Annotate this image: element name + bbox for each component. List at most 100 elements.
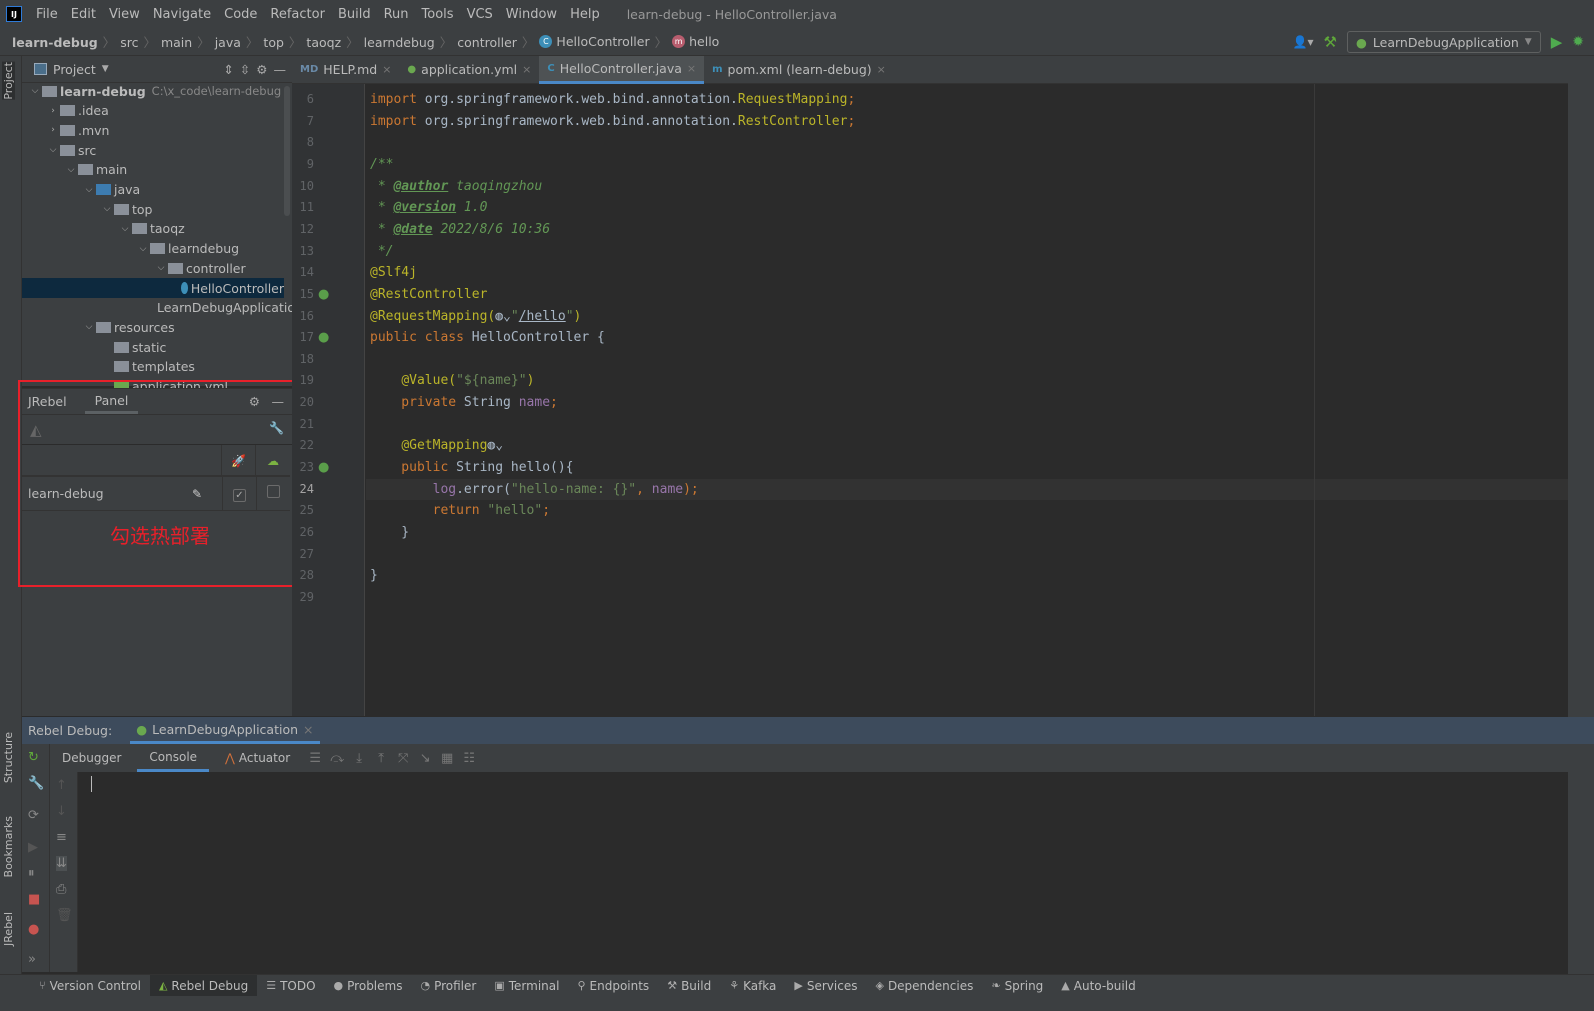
tree-item[interactable]: static bbox=[22, 337, 284, 357]
tool-window-services[interactable]: ▶ Services bbox=[785, 975, 866, 996]
pause-icon[interactable]: ⏸ bbox=[28, 866, 35, 881]
editor-tab[interactable]: MD HELP.md × bbox=[292, 56, 399, 83]
tab-console[interactable]: Console bbox=[137, 744, 210, 772]
editor-tab[interactable]: ● application.yml × bbox=[399, 56, 539, 83]
project-scrollbar[interactable] bbox=[284, 86, 290, 216]
breadcrumb-item[interactable]: controller bbox=[457, 35, 517, 50]
chevron-down-icon[interactable]: ⌵ bbox=[46, 145, 60, 155]
menu-file[interactable]: File bbox=[36, 7, 58, 22]
step-into-icon[interactable]: ⤓ bbox=[350, 751, 368, 766]
evaluate-icon[interactable]: ▦ bbox=[438, 751, 456, 766]
tree-item[interactable]: ⌵ resources bbox=[22, 317, 284, 337]
gear-icon[interactable]: ⚙ bbox=[256, 62, 267, 77]
close-icon[interactable]: × bbox=[522, 63, 531, 76]
menu-build[interactable]: Build bbox=[338, 7, 371, 22]
step-out-icon[interactable]: ⤒ bbox=[372, 751, 390, 766]
menu-refactor[interactable]: Refactor bbox=[270, 7, 325, 22]
menu-view[interactable]: View bbox=[109, 7, 140, 22]
bean-web-gutter-icon[interactable]: ● bbox=[318, 330, 329, 345]
scroll-to-end-icon[interactable]: ⇊ bbox=[56, 856, 67, 871]
breadcrumb-item[interactable]: learndebug bbox=[364, 35, 435, 50]
chevron-down-icon[interactable]: ⌵ bbox=[82, 322, 96, 332]
close-icon[interactable]: × bbox=[303, 722, 313, 737]
chevron-down-icon[interactable]: ⌵ bbox=[136, 244, 150, 254]
wrench-icon[interactable]: 🔧 bbox=[28, 776, 44, 791]
hammer-build-icon[interactable]: ⚒ bbox=[1324, 33, 1337, 51]
chevron-right-icon[interactable]: › bbox=[46, 125, 60, 135]
tab-debugger[interactable]: Debugger bbox=[50, 744, 133, 772]
menu-edit[interactable]: Edit bbox=[71, 7, 96, 22]
tool-window-build[interactable]: ⚒ Build bbox=[658, 975, 720, 996]
tool-tab-project[interactable]: Project bbox=[2, 62, 15, 100]
tree-item[interactable]: ⌵ learndebug bbox=[22, 239, 284, 259]
breadcrumb-item[interactable]: main bbox=[161, 35, 192, 50]
arrow-up-icon[interactable]: ↑ bbox=[56, 778, 67, 793]
tab-actuator[interactable]: ⋀ Actuator bbox=[213, 744, 302, 772]
view-breakpoints-icon[interactable]: ● bbox=[28, 922, 39, 937]
print-icon[interactable]: ⎙ bbox=[56, 882, 66, 897]
breadcrumb-method[interactable]: hello bbox=[689, 34, 719, 49]
tool-window-version-control[interactable]: ⑂ Version Control bbox=[30, 975, 150, 996]
close-icon[interactable]: × bbox=[687, 62, 696, 75]
tool-window-todo[interactable]: ☰ TODO bbox=[257, 975, 324, 996]
arrow-down-icon[interactable]: ↓ bbox=[56, 804, 67, 819]
chevron-down-icon[interactable]: ⌵ bbox=[64, 165, 78, 175]
menu-run[interactable]: Run bbox=[384, 7, 409, 22]
tree-item[interactable]: ⌵ main bbox=[22, 160, 284, 180]
chevron-down-icon[interactable]: ⌵ bbox=[82, 185, 96, 195]
run-icon[interactable]: ▶ bbox=[1551, 33, 1563, 51]
menu-icon[interactable]: ☰ bbox=[306, 751, 324, 766]
trace-icon[interactable]: ☷ bbox=[460, 751, 478, 766]
menu-vcs[interactable]: VCS bbox=[467, 7, 493, 22]
chevron-down-icon[interactable]: ⌵ bbox=[28, 86, 42, 96]
more-icon[interactable]: » bbox=[28, 952, 36, 967]
breadcrumb-class[interactable]: HelloController bbox=[556, 34, 649, 49]
tree-item[interactable]: LearnDebugApplication bbox=[22, 298, 303, 318]
tool-window-profiler[interactable]: ◔ Profiler bbox=[411, 975, 485, 996]
breadcrumb-item[interactable]: taoqz bbox=[306, 35, 341, 50]
debug-bug-icon[interactable]: ✹ bbox=[1572, 34, 1584, 50]
menu-navigate[interactable]: Navigate bbox=[153, 7, 211, 22]
restart-icon[interactable]: ⟳ bbox=[28, 808, 39, 823]
menu-help[interactable]: Help bbox=[570, 7, 600, 22]
tool-tab-jrebel[interactable]: JRebel bbox=[2, 912, 15, 946]
user-icon[interactable]: 👤▾ bbox=[1293, 35, 1314, 49]
tree-item[interactable]: › .mvn bbox=[22, 120, 284, 140]
tool-window-endpoints[interactable]: ⚲ Endpoints bbox=[568, 975, 658, 996]
breadcrumb-item[interactable]: src bbox=[120, 35, 138, 50]
chevron-right-icon[interactable]: › bbox=[46, 106, 60, 116]
chevron-down-icon[interactable]: ⌵ bbox=[154, 263, 168, 273]
close-icon[interactable]: × bbox=[877, 63, 886, 76]
editor-tab[interactable]: C HelloController.java × bbox=[539, 56, 705, 84]
bean-gutter-icon[interactable]: ● bbox=[318, 287, 329, 302]
tool-window-auto-build[interactable]: ▲ Auto-build bbox=[1052, 975, 1144, 996]
menu-code[interactable]: Code bbox=[224, 7, 257, 22]
code-editor[interactable]: import org.springframework.web.bind.anno… bbox=[366, 84, 1568, 716]
breadcrumb-item[interactable]: learn-debug bbox=[12, 35, 98, 50]
tool-window-kafka[interactable]: ⚘ Kafka bbox=[720, 975, 785, 996]
resume-icon[interactable]: ▶ bbox=[28, 840, 38, 855]
tree-item[interactable]: templates bbox=[22, 357, 284, 377]
tool-window-problems[interactable]: ● Problems bbox=[325, 975, 412, 996]
tool-tab-bookmarks[interactable]: Bookmarks bbox=[2, 816, 15, 877]
trash-icon[interactable]: 🗑 bbox=[56, 908, 73, 923]
editor-tab[interactable]: m pom.xml (learn-debug) × bbox=[704, 56, 894, 83]
web-gutter-icon[interactable]: ● bbox=[318, 460, 329, 475]
chevron-down-icon[interactable]: ▼ bbox=[102, 64, 109, 74]
tree-item[interactable]: HelloController bbox=[22, 278, 284, 298]
menu-window[interactable]: Window bbox=[506, 7, 557, 22]
minimize-icon[interactable]: — bbox=[274, 62, 287, 77]
tree-item[interactable]: ⌵ top bbox=[22, 199, 284, 219]
tree-item[interactable]: ⌵ learn-debug C:\x_code\learn-debug bbox=[22, 81, 284, 101]
run-to-cursor-icon[interactable]: ↘ bbox=[416, 751, 434, 766]
debug-session-tab[interactable]: ● LearnDebugApplication × bbox=[130, 717, 320, 744]
tool-window-spring[interactable]: ❧ Spring bbox=[982, 975, 1052, 996]
tool-window-rebel-debug[interactable]: ◭ Rebel Debug bbox=[149, 975, 258, 996]
chevron-down-icon[interactable]: ⌵ bbox=[118, 224, 132, 234]
tree-item[interactable]: ⌵ taoqz bbox=[22, 219, 284, 239]
close-icon[interactable]: × bbox=[382, 63, 391, 76]
drop-frame-icon[interactable]: ⤧ bbox=[394, 751, 412, 766]
breadcrumb-item[interactable]: top bbox=[263, 35, 283, 50]
expand-all-icon[interactable]: ⇕ bbox=[223, 62, 233, 77]
breadcrumb-item[interactable]: java bbox=[215, 35, 241, 50]
